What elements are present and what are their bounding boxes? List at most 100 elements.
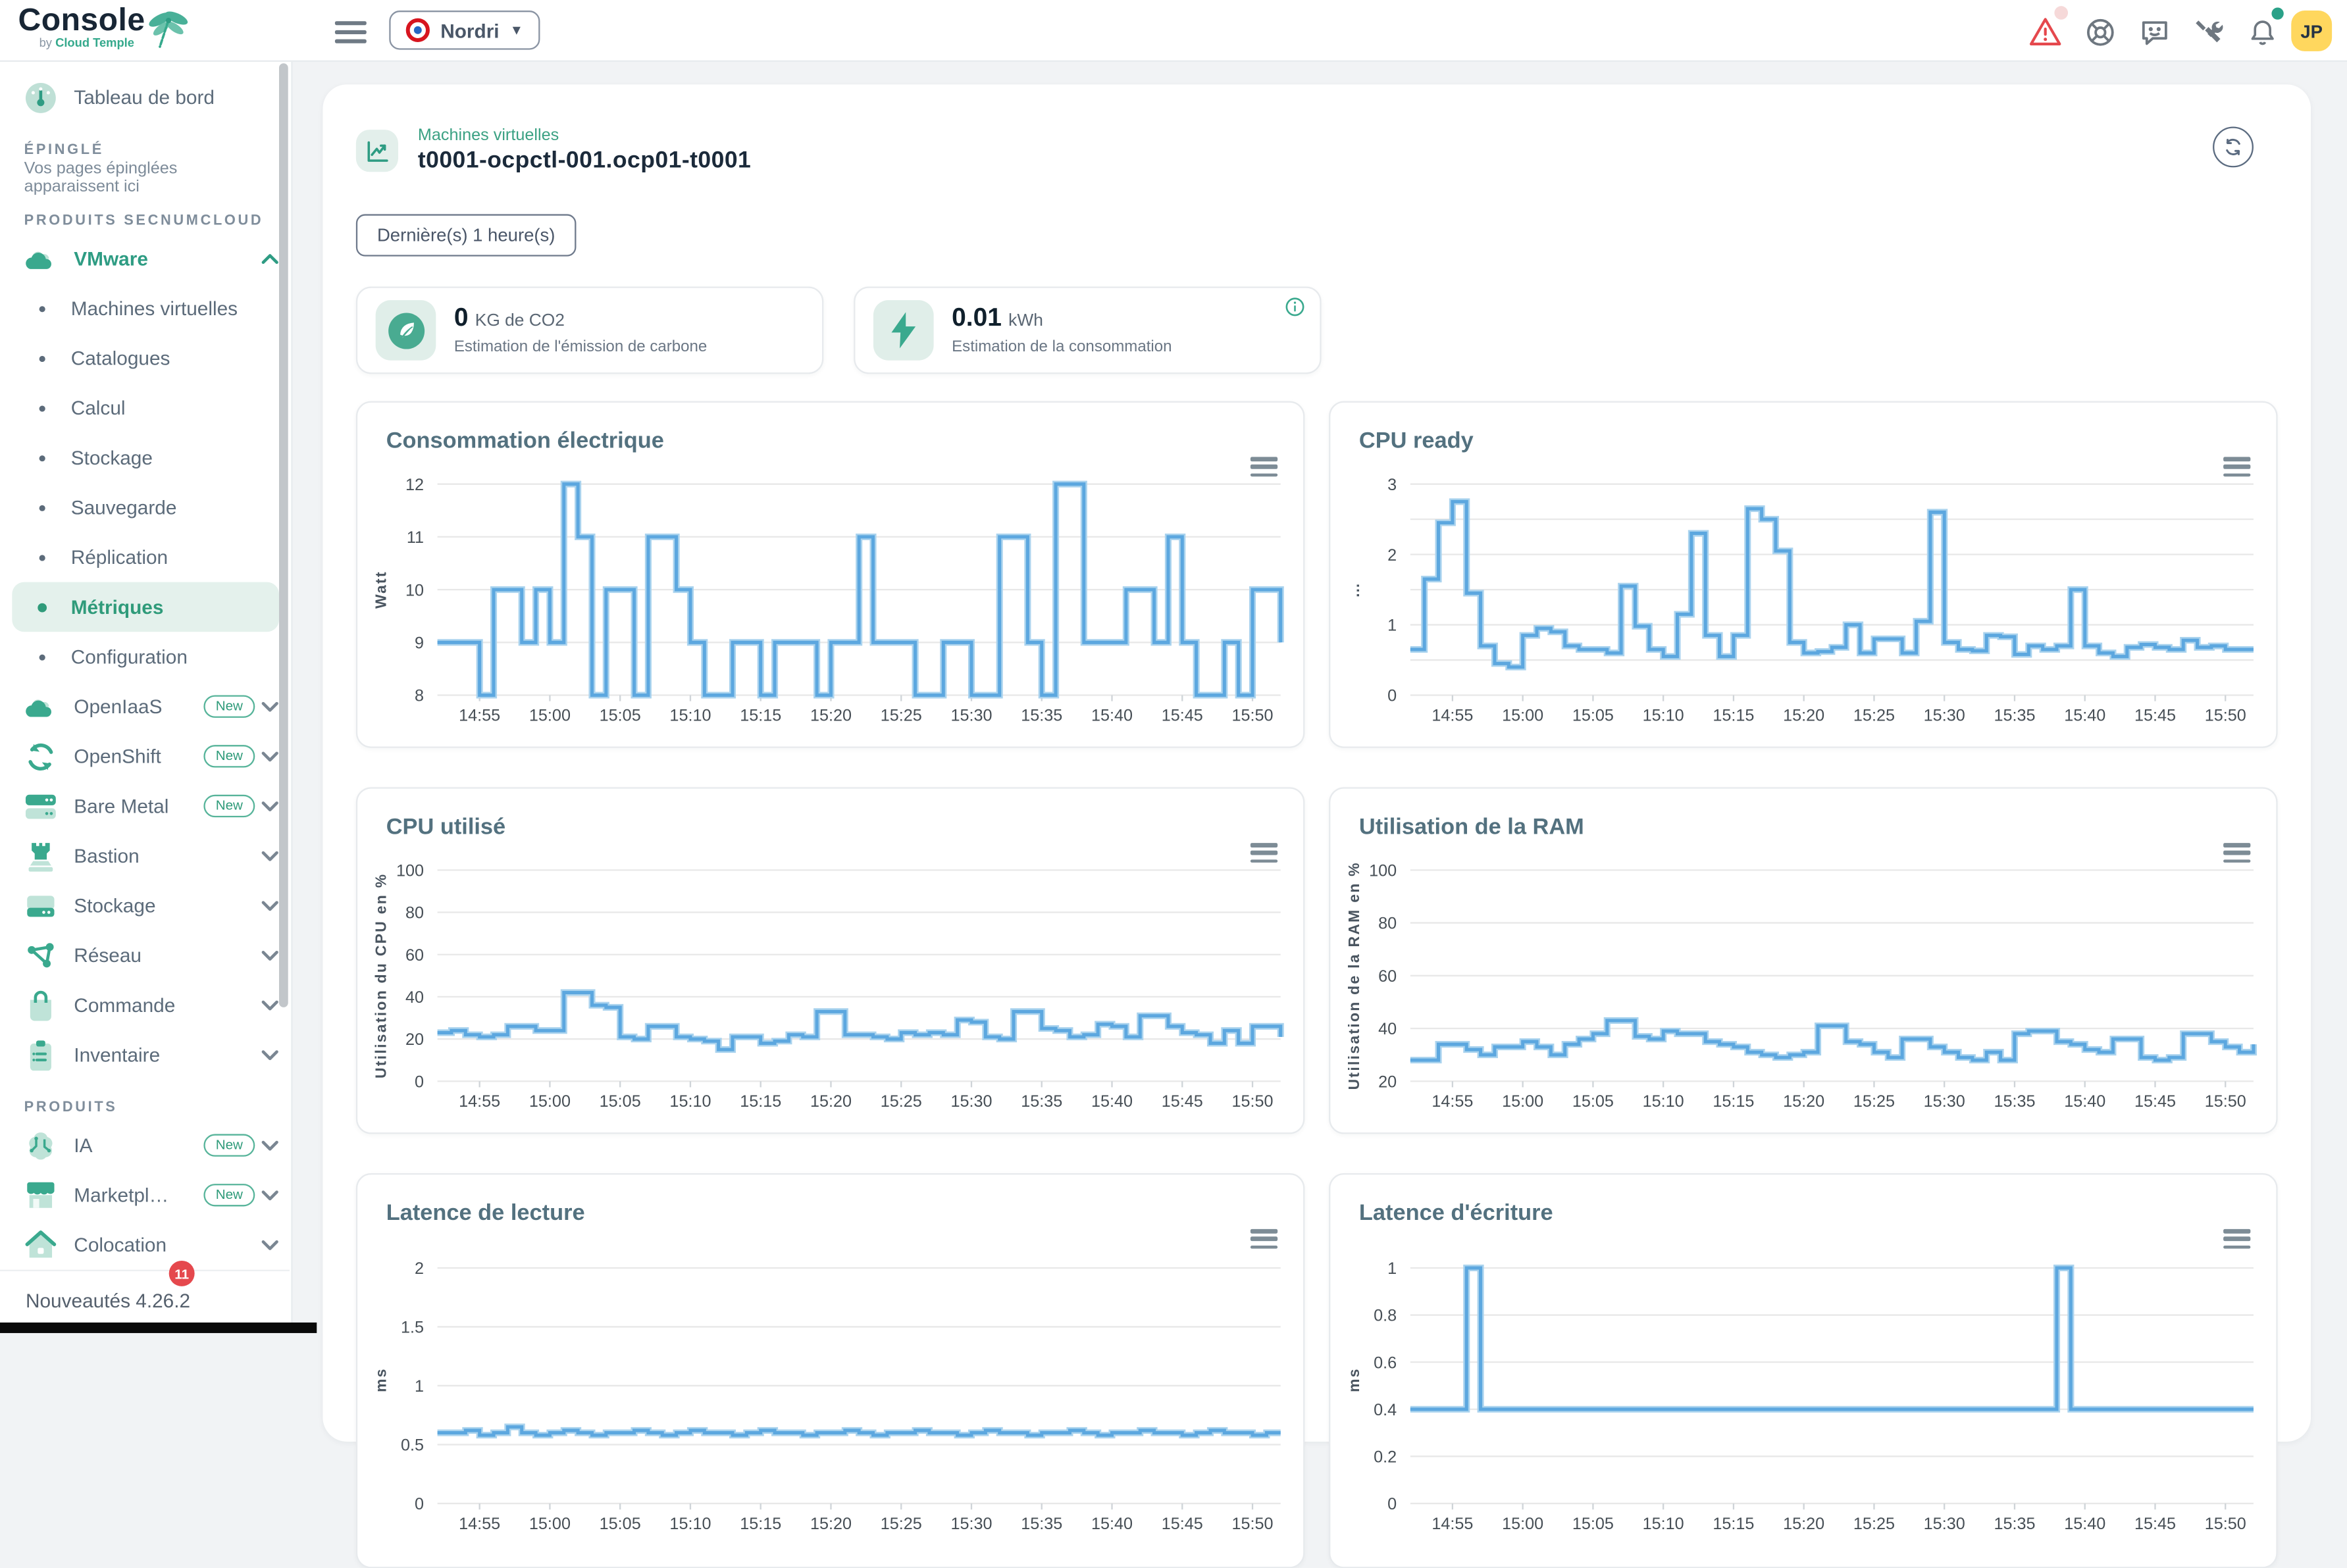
organization-selector[interactable]: Nordri ▼ — [389, 11, 540, 50]
sidebar-item-label: Stockage — [71, 446, 153, 468]
svg-text:15:50: 15:50 — [2205, 706, 2246, 724]
sidebar-item-label: Inventaire — [74, 1044, 255, 1066]
svg-text:80: 80 — [1378, 915, 1397, 933]
whats-new-link[interactable]: Nouveautés 4.26.2 — [26, 1289, 190, 1311]
sidebar-item-stockage[interactable]: Stockage — [0, 880, 291, 930]
svg-text:60: 60 — [405, 946, 424, 965]
svg-text:15:10: 15:10 — [669, 1515, 711, 1533]
dragonfly-icon — [145, 7, 190, 53]
sidebar-item-ia[interactable]: IANew — [0, 1121, 291, 1171]
chevron-down-icon: ▼ — [510, 22, 523, 38]
avatar-initials: JP — [2300, 20, 2323, 41]
svg-text:0: 0 — [415, 1495, 424, 1513]
sidebar-item-calcul[interactable]: Calcul — [12, 383, 279, 433]
svg-text:80: 80 — [405, 904, 424, 923]
sidebar-item-inventaire[interactable]: Inventaire — [0, 1030, 291, 1080]
time-range-selector[interactable]: Dernière(s) 1 heure(s) — [356, 214, 577, 256]
tools-icon[interactable] — [2190, 14, 2227, 50]
sidebar-item-sauvegarde[interactable]: Sauvegarde — [12, 482, 279, 532]
sidebar-item-label: Tableau de bord — [74, 86, 279, 109]
alert-badge-dot — [2054, 6, 2068, 20]
chart-title: Utilisation de la RAM — [1359, 815, 1584, 840]
chevron-down-icon — [261, 1139, 279, 1151]
leaf-icon — [376, 300, 436, 361]
whats-new-badge: 11 — [169, 1261, 195, 1286]
sidebar-item-marketpl[interactable]: Marketpl…New — [0, 1170, 291, 1220]
svg-text:0.5: 0.5 — [401, 1436, 424, 1455]
chart-card-consommation-electrique: Consommation électrique 8910111214:5515:… — [356, 401, 1305, 748]
svg-text:15:15: 15:15 — [740, 1515, 781, 1533]
chart-card-cpu-utilise: CPU utilisé 02040608010014:5515:0015:051… — [356, 787, 1305, 1134]
chart-plot-cpu-ready: 012314:5515:0015:0515:1015:1515:2015:251… — [1341, 475, 2268, 740]
svg-text:15:20: 15:20 — [1783, 706, 1824, 724]
energy-value: 0.01 — [952, 304, 1002, 333]
sidebar-item-label: Calcul — [71, 397, 126, 419]
svg-text:15:10: 15:10 — [1643, 1515, 1684, 1533]
metric-cards-row: 0 KG de CO2 Estimation de l'émission de … — [356, 286, 2278, 374]
svg-text:15:05: 15:05 — [600, 1092, 641, 1111]
sidebar-item-label: Réseau — [74, 944, 255, 967]
svg-text:20: 20 — [405, 1030, 424, 1049]
svg-text:15:00: 15:00 — [529, 706, 571, 724]
sidebar-item-reseau[interactable]: Réseau — [0, 930, 291, 980]
lifebuoy-icon[interactable] — [2082, 14, 2118, 50]
svg-text:15:25: 15:25 — [1853, 1092, 1895, 1111]
svg-text:0: 0 — [1387, 1495, 1397, 1513]
sidebar-item-bare-metal[interactable]: Bare MetalNew — [0, 781, 291, 831]
openiaas-icon — [24, 690, 57, 722]
sidebar-item-stockage[interactable]: Stockage — [12, 433, 279, 483]
sidebar-item-label: Métriques — [71, 595, 164, 618]
menu-hamburger-icon[interactable] — [332, 14, 368, 50]
svg-text:15:25: 15:25 — [881, 1092, 922, 1111]
console-logo[interactable]: Console by Cloud Temple — [18, 5, 145, 50]
svg-text:15:25: 15:25 — [1853, 706, 1895, 724]
sidebar-item-label: Bare Metal — [74, 795, 194, 817]
sidebar-item-commande[interactable]: Commande — [0, 980, 291, 1030]
sidebar-item-colocation[interactable]: Colocation — [0, 1220, 291, 1270]
svg-text:15:45: 15:45 — [1162, 706, 1203, 724]
svg-text:15:30: 15:30 — [1924, 1515, 1965, 1533]
new-badge: New — [203, 745, 255, 767]
sidebar-item-label: VMware — [74, 247, 255, 270]
svg-text:15:45: 15:45 — [1162, 1092, 1203, 1111]
svg-text:12: 12 — [405, 476, 424, 494]
info-icon[interactable] — [1285, 297, 1305, 321]
svg-text:15:40: 15:40 — [1091, 706, 1133, 724]
refresh-button[interactable] — [2213, 127, 2254, 168]
svg-text:1: 1 — [415, 1377, 424, 1396]
sidebar-scrollbar[interactable] — [279, 63, 288, 1007]
chevron-down-icon — [261, 899, 279, 911]
svg-text:15:00: 15:00 — [529, 1092, 571, 1111]
svg-text:100: 100 — [1369, 862, 1397, 880]
chevron-down-icon — [261, 750, 279, 762]
feedback-icon[interactable] — [2136, 14, 2172, 50]
sidebar-item-openiaas[interactable]: OpenIaaSNew — [0, 682, 291, 732]
sidebar-section-epingle: ÉPINGLÉ — [0, 141, 291, 158]
bullet-icon — [39, 455, 45, 461]
svg-text:1: 1 — [1387, 1259, 1397, 1278]
sidebar-item-label: Stockage — [74, 894, 255, 917]
sidebar-item-bastion[interactable]: Bastion — [0, 831, 291, 881]
sidebar-item-vmware[interactable]: VMware — [0, 234, 291, 284]
sidebar-item-metriques[interactable]: Métriques — [12, 582, 279, 632]
svg-text:15:10: 15:10 — [669, 1092, 711, 1111]
svg-text:15:40: 15:40 — [1091, 1092, 1133, 1111]
ia-icon — [24, 1128, 57, 1161]
chevron-down-icon — [261, 1189, 279, 1201]
sidebar-item-tableau-de-bord[interactable]: Tableau de bord — [0, 72, 291, 122]
co2-unit: KG de CO2 — [475, 313, 565, 331]
sidebar-item-replication[interactable]: Réplication — [12, 532, 279, 582]
sidebar-item-label: IA — [74, 1134, 194, 1156]
sidebar-item-catalogues[interactable]: Catalogues — [12, 333, 279, 383]
user-avatar[interactable]: JP — [2291, 11, 2332, 51]
openshift-icon — [24, 740, 57, 772]
breadcrumb-category[interactable]: Machines virtuelles — [418, 127, 751, 145]
sidebar-item-openshift[interactable]: OpenShiftNew — [0, 732, 291, 782]
logo-title: Console — [18, 5, 145, 36]
sidebar-item-configuration[interactable]: Configuration — [12, 632, 279, 682]
sidebar-item-label: OpenIaaS — [74, 695, 194, 718]
svg-text:15:20: 15:20 — [810, 706, 852, 724]
sidebar-item-machines-virtuelles[interactable]: Machines virtuelles — [12, 284, 279, 334]
bolt-icon — [873, 300, 934, 361]
svg-text:0.8: 0.8 — [1374, 1307, 1397, 1325]
